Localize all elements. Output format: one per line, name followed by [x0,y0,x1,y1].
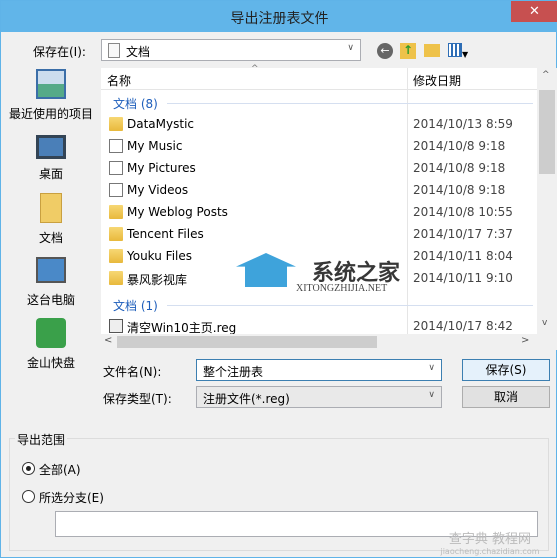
place-desktop[interactable]: 桌面 [1,135,101,182]
item-name: DataMystic [127,117,194,131]
folder-icon [109,117,123,131]
export-range-title: 导出范围 [15,431,68,448]
item-name: Youku Files [127,249,193,263]
shortcut-icon [109,139,123,153]
sort-up-icon: ^ [251,64,259,74]
place-label: 文档 [38,231,63,245]
export-registry-dialog: 导出注册表文件 ✕ 保存在(I): 文档 ∨ ← ↑ ▼ 最近使用的项目 桌面 … [0,0,557,558]
shortcut-icon [109,183,123,197]
item-date: 2014/10/8 10:55 [413,205,513,219]
list-item[interactable]: My Pictures 2014/10/8 9:18 [101,158,537,180]
desktop-icon [36,135,66,159]
item-name: My Weblog Posts [127,205,228,219]
back-icon[interactable]: ← [377,43,393,59]
reg-file-icon [109,319,123,333]
column-name[interactable]: 名称 [107,72,131,89]
item-date: 2014/10/11 9:10 [413,271,513,285]
hscroll-thumb[interactable] [117,336,377,348]
place-kuaipan[interactable]: 金山快盘 [1,318,101,371]
place-label: 最近使用的项目 [8,107,93,121]
list-item[interactable]: My Weblog Posts 2014/10/8 10:55 [101,202,537,224]
vertical-scrollbar[interactable]: ^ v [537,68,557,334]
save-in-label: 保存在(I): [33,45,86,59]
shortcut-icon [109,161,123,175]
place-label: 桌面 [38,167,63,181]
chevron-down-icon[interactable]: ∨ [428,363,435,373]
filetype-select[interactable]: 注册文件(*.reg) ∨ [196,386,442,408]
filename-label: 文件名(N): [103,365,162,379]
item-date: 2014/10/17 7:37 [413,227,513,241]
radio-selected-label[interactable]: 所选分支(E) [39,489,104,506]
group-header[interactable]: 文档 (8) [113,95,158,112]
window-title: 导出注册表文件 [230,11,329,27]
chevron-down-icon: ∨ [428,390,435,400]
column-date[interactable]: 修改日期 [413,72,461,89]
documents-icon [40,193,62,223]
kuaipan-icon [36,318,66,348]
view-menu-icon[interactable]: ▼ [448,43,472,59]
item-date: 2014/10/13 8:59 [413,117,513,131]
item-name: Tencent Files [127,227,204,241]
cancel-button[interactable]: 取消 [462,386,550,408]
radio-selected-branch[interactable] [22,490,35,503]
new-folder-icon[interactable] [424,44,440,57]
filename-value: 整个注册表 [203,365,264,379]
recent-icon [36,69,66,99]
filetype-value: 注册文件(*.reg) [203,392,290,406]
list-item[interactable]: My Music 2014/10/8 9:18 [101,136,537,158]
folder-icon [109,227,123,241]
filetype-label: 保存类型(T): [103,392,172,406]
save-in-value: 文档 [126,45,151,59]
radio-all[interactable] [22,462,35,475]
place-this-pc[interactable]: 这台电脑 [1,257,101,308]
corner-watermark: 查字典 教程网 jiaocheng.chazidian.com [440,532,540,556]
radio-all-label[interactable]: 全部(A) [39,461,81,478]
item-name: My Music [127,139,183,153]
item-name: My Videos [127,183,189,197]
list-item[interactable]: Tencent Files 2014/10/17 7:37 [101,224,537,246]
save-in-combo[interactable]: 文档 ∨ [101,39,361,61]
filename-input[interactable]: 整个注册表 ∨ [196,359,442,381]
up-folder-icon[interactable]: ↑ [400,43,416,59]
item-date: 2014/10/8 9:18 [413,139,506,153]
file-list[interactable]: ^ 名称 修改日期 文档 (8) DataMystic 2014/10/13 8:… [101,64,557,350]
list-header: ^ 名称 修改日期 [101,64,537,334]
place-recent[interactable]: 最近使用的项目 [1,69,101,122]
place-documents[interactable]: 文档 [1,193,101,246]
place-label: 这台电脑 [26,293,75,307]
folder-icon [109,205,123,219]
computer-icon [36,257,66,283]
save-button[interactable]: 保存(S) [462,359,550,381]
folder-icon [109,249,123,263]
chevron-down-icon: ∨ [347,43,354,53]
item-date: 2014/10/8 9:18 [413,183,506,197]
list-item[interactable]: DataMystic 2014/10/13 8:59 [101,114,537,136]
site-watermark: 系统之家 XITONGZHIJIA.NET [236,253,400,294]
item-date: 2014/10/11 8:04 [413,249,513,263]
list-item[interactable]: My Videos 2014/10/8 9:18 [101,180,537,202]
horizontal-scrollbar[interactable]: < > [101,334,557,350]
document-icon [108,43,120,58]
close-button[interactable]: ✕ [511,1,557,22]
item-name: 暴风影视库 [127,273,188,287]
item-name: My Pictures [127,161,196,175]
place-label: 金山快盘 [26,356,75,370]
item-date: 2014/10/8 9:18 [413,161,506,175]
scroll-thumb[interactable] [539,90,555,174]
group-header[interactable]: 文档 (1) [113,297,158,314]
title-bar: 导出注册表文件 ✕ [1,1,557,32]
folder-icon [109,271,123,285]
